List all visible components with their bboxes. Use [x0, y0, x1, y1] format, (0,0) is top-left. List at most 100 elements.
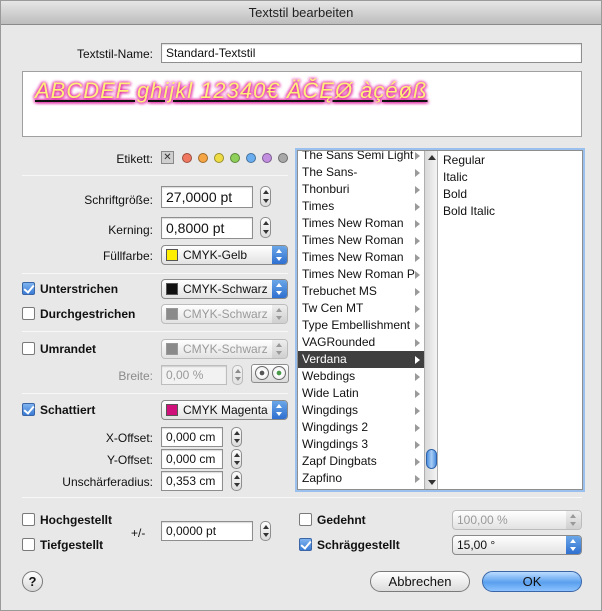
scroll-thumb[interactable] [426, 449, 437, 469]
width-label: Breite: [118, 369, 153, 383]
font-list-scrollbar[interactable] [424, 151, 438, 489]
font-family-item[interactable]: Times New Roman [298, 232, 424, 249]
blur-radius-input[interactable]: 0,353 cm [161, 471, 223, 491]
x-offset-input[interactable]: 0,000 cm [161, 427, 223, 447]
font-style-item[interactable]: Bold [443, 186, 467, 203]
strikethrough-checkbox[interactable] [22, 307, 35, 320]
font-family-item[interactable]: Thonburi [298, 181, 424, 198]
font-family-item[interactable]: Wingdings 3 [298, 436, 424, 453]
kerning-input[interactable]: 0,8000 pt [161, 217, 253, 239]
scroll-up-icon[interactable] [428, 155, 436, 160]
font-family-item[interactable]: Zapf Dingbats [298, 453, 424, 470]
label-color-dot[interactable] [214, 153, 224, 163]
cancel-button[interactable]: Abbrechen [370, 571, 470, 592]
shadow-label: Schattiert [40, 403, 96, 417]
font-family-name: Zapf Dingbats [302, 454, 377, 468]
slanted-checkbox[interactable] [299, 538, 312, 551]
shadow-color-popup[interactable]: CMYK Magenta [161, 400, 288, 420]
preview-text: ABCDEF ghijkl 12340€ ÄČĘØ àçéøß [35, 78, 428, 103]
disclosure-arrow-icon [415, 288, 420, 296]
kerning-stepper[interactable] [260, 217, 271, 238]
font-size-input[interactable]: 27,0000 pt [161, 186, 253, 208]
width-input[interactable]: 0,00 % [161, 365, 227, 385]
blur-radius-stepper[interactable] [231, 471, 242, 491]
underline-checkbox[interactable] [22, 282, 35, 295]
subscript-checkbox[interactable] [22, 538, 35, 551]
superscript-checkbox[interactable] [22, 513, 35, 526]
strikethrough-color-popup[interactable]: CMYK-Schwarz [161, 304, 288, 324]
width-stepper[interactable] [232, 365, 243, 385]
font-family-item[interactable]: Zapfino [298, 470, 424, 487]
font-family-item[interactable]: Webdings [298, 368, 424, 385]
popup-arrow-icon [272, 280, 287, 298]
font-family-item[interactable]: The Sans- [298, 164, 424, 181]
font-family-item[interactable]: VAGRounded [298, 334, 424, 351]
font-family-item[interactable]: Wingdings [298, 402, 424, 419]
outline-checkbox[interactable] [22, 342, 35, 355]
font-family-item[interactable]: Wingdings 2 [298, 419, 424, 436]
fill-color-popup[interactable]: CMYK-Gelb [161, 245, 288, 265]
label-color-dot[interactable] [246, 153, 256, 163]
font-size-stepper[interactable] [260, 186, 271, 207]
font-family-item[interactable]: Times New Roman P [298, 266, 424, 283]
disclosure-arrow-icon [415, 407, 420, 415]
stretch-popup[interactable]: 100,00 % [452, 510, 582, 530]
label-color-dot[interactable] [230, 153, 240, 163]
font-family-item[interactable]: Wide Latin [298, 385, 424, 402]
shadow-checkbox[interactable] [22, 403, 35, 416]
font-style-item[interactable]: Regular [443, 152, 485, 169]
y-offset-stepper[interactable] [231, 449, 242, 469]
scroll-down-icon[interactable] [428, 480, 436, 485]
font-browser[interactable]: The Sans Semi Light The Sans- Thonburi Time… [297, 150, 583, 490]
font-family-item[interactable]: Trebuchet MS [298, 283, 424, 300]
font-family-name: Thonburi [302, 182, 350, 196]
ok-button[interactable]: OK [482, 571, 582, 592]
disclosure-arrow-icon [415, 458, 420, 466]
help-button[interactable]: ? [22, 571, 43, 592]
baseline-offset-stepper[interactable] [260, 521, 271, 541]
font-style-item[interactable]: Italic [443, 169, 468, 186]
preview-box: ABCDEF ghijkl 12340€ ÄČĘØ àçéøß [22, 71, 582, 137]
font-family-name: Wide Latin [302, 386, 359, 400]
slanted-label: Schräggestellt [317, 538, 400, 552]
style-name-label: Textstil-Name: [76, 47, 153, 61]
font-family-name: Times [302, 199, 335, 213]
font-family-item[interactable]: The Sans Semi Light [298, 151, 424, 164]
subscript-label: Tiefgestellt [40, 538, 104, 552]
outline-style-buttons[interactable] [251, 364, 289, 383]
underline-color-popup[interactable]: CMYK-Schwarz [161, 279, 288, 299]
font-family-item[interactable]: Verdana [298, 351, 424, 368]
font-family-item[interactable]: Times New Roman [298, 215, 424, 232]
stretch-value: 100,00 % [457, 513, 508, 527]
font-family-item[interactable]: Type Embellishment [298, 317, 424, 334]
y-offset-input[interactable]: 0,000 cm [161, 449, 223, 469]
font-family-item[interactable]: Times New Roman [298, 249, 424, 266]
popup-arrow-icon [272, 340, 287, 358]
slant-popup[interactable]: 15,00 ° [452, 535, 582, 555]
baseline-offset-input[interactable]: 0,0000 pt [161, 521, 253, 541]
font-style-item[interactable]: Bold Italic [443, 203, 495, 220]
font-size-label: Schriftgröße: [84, 193, 153, 207]
disclosure-arrow-icon [415, 203, 420, 211]
font-family-name: The Sans- [302, 165, 358, 179]
label-color-dot[interactable] [278, 153, 288, 163]
label-color-dot[interactable] [262, 153, 272, 163]
font-family-list[interactable]: The Sans Semi Light The Sans- Thonburi Time… [298, 151, 424, 489]
label-color-dot[interactable] [198, 153, 208, 163]
popup-arrow-icon [272, 305, 287, 323]
fill-color-value: CMYK-Gelb [183, 248, 248, 262]
outline-color-popup[interactable]: CMYK-Schwarz [161, 339, 288, 359]
x-offset-stepper[interactable] [231, 427, 242, 447]
disclosure-arrow-icon [415, 237, 420, 245]
font-style-list[interactable]: Regular Italic Bold Bold Italic [439, 151, 582, 489]
font-family-name: Times New Roman P [302, 267, 415, 281]
disclosure-arrow-icon [415, 339, 420, 347]
label-color-dot[interactable] [182, 153, 192, 163]
style-name-input[interactable]: Standard-Textstil [161, 43, 582, 63]
dialog-window: Textstil bearbeiten Textstil-Name: Stand… [0, 0, 602, 611]
popup-arrow-icon [566, 511, 581, 529]
stretched-checkbox[interactable] [299, 513, 312, 526]
label-none-icon[interactable]: ✕ [161, 151, 174, 164]
font-family-item[interactable]: Tw Cen MT [298, 300, 424, 317]
font-family-item[interactable]: Times [298, 198, 424, 215]
